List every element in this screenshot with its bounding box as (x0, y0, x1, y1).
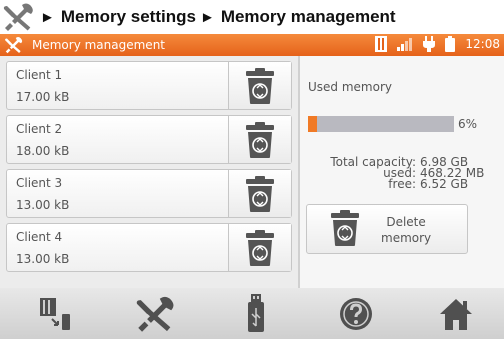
list-item-client-3[interactable]: Client 3 13.00 kB (6, 169, 292, 218)
settings-tools-icon (5, 37, 23, 54)
client-name: Client 1 (16, 68, 63, 82)
breadcrumb-memory-settings: Memory settings (60, 7, 196, 26)
free-value: 6.52 GB (420, 177, 469, 191)
bottom-toolbar (0, 288, 504, 339)
delete-memory-label: Delete memory (381, 214, 431, 246)
memory-usage-fill (308, 116, 317, 132)
delete-client-button[interactable] (228, 62, 291, 109)
usb-icon (248, 293, 264, 332)
settings-tools-icon (136, 296, 174, 332)
client-name: Client 4 (16, 230, 63, 244)
breadcrumb-separator: ► (40, 8, 55, 26)
client-size: 17.00 kB (16, 90, 70, 104)
trash-icon (244, 67, 276, 105)
delete-memory-label-line2: memory (381, 231, 432, 245)
memory-usage-bar (308, 116, 454, 132)
delete-memory-button[interactable]: Delete memory (306, 204, 468, 254)
memory-usage-percent: 6% (458, 117, 478, 131)
trash-icon (244, 229, 276, 267)
list-item-client-4[interactable]: Client 4 13.00 kB (6, 223, 292, 272)
used-memory-label: Used memory (308, 80, 392, 94)
list-item-client-2[interactable]: Client 2 18.00 kB (6, 115, 292, 164)
delete-client-button[interactable] (228, 170, 291, 217)
title-bar: Memory management 12:08 (0, 34, 504, 56)
free-label: free: (388, 177, 416, 191)
help-button[interactable] (306, 288, 406, 339)
settings-button[interactable] (106, 288, 206, 339)
signal-icon (397, 38, 413, 51)
breadcrumb: ► Memory settings ► Memory management (0, 0, 504, 34)
memory-transfer-icon (40, 297, 70, 330)
home-button[interactable] (406, 288, 504, 339)
client-name: Client 2 (16, 122, 63, 136)
battery-icon (445, 36, 456, 52)
delete-memory-label-line1: Delete (386, 215, 426, 229)
trash-icon (329, 209, 361, 247)
page-title: Memory management (32, 38, 166, 52)
usb-button[interactable] (206, 288, 306, 339)
delete-client-button[interactable] (228, 224, 291, 271)
breadcrumb-separator: ► (199, 8, 215, 26)
settings-tools-icon (3, 3, 33, 31)
list-item-client-1[interactable]: Client 1 17.00 kB (6, 61, 292, 110)
memory-transfer-button[interactable] (6, 288, 106, 339)
client-size: 13.00 kB (16, 198, 70, 212)
trash-icon (244, 175, 276, 213)
plug-icon (423, 36, 436, 52)
clock: 12:08 (465, 37, 500, 51)
device-screen: Memory management 12:08 Client 1 17.00 k… (0, 34, 504, 339)
trash-icon (244, 121, 276, 159)
main-content: Client 1 17.00 kB Client 2 18.00 kB Clie… (0, 56, 504, 288)
help-icon (340, 297, 372, 330)
status-area: 12:08 (375, 36, 500, 52)
memory-panel: Used memory 6% Total capacity: 6.98 GB u… (300, 56, 504, 288)
home-icon (440, 298, 472, 330)
memory-card-icon (375, 36, 388, 52)
client-size: 13.00 kB (16, 252, 70, 266)
client-name: Client 3 (16, 176, 63, 190)
breadcrumb-memory-management: Memory management (220, 7, 396, 26)
delete-client-button[interactable] (228, 116, 291, 163)
client-size: 18.00 kB (16, 144, 70, 158)
